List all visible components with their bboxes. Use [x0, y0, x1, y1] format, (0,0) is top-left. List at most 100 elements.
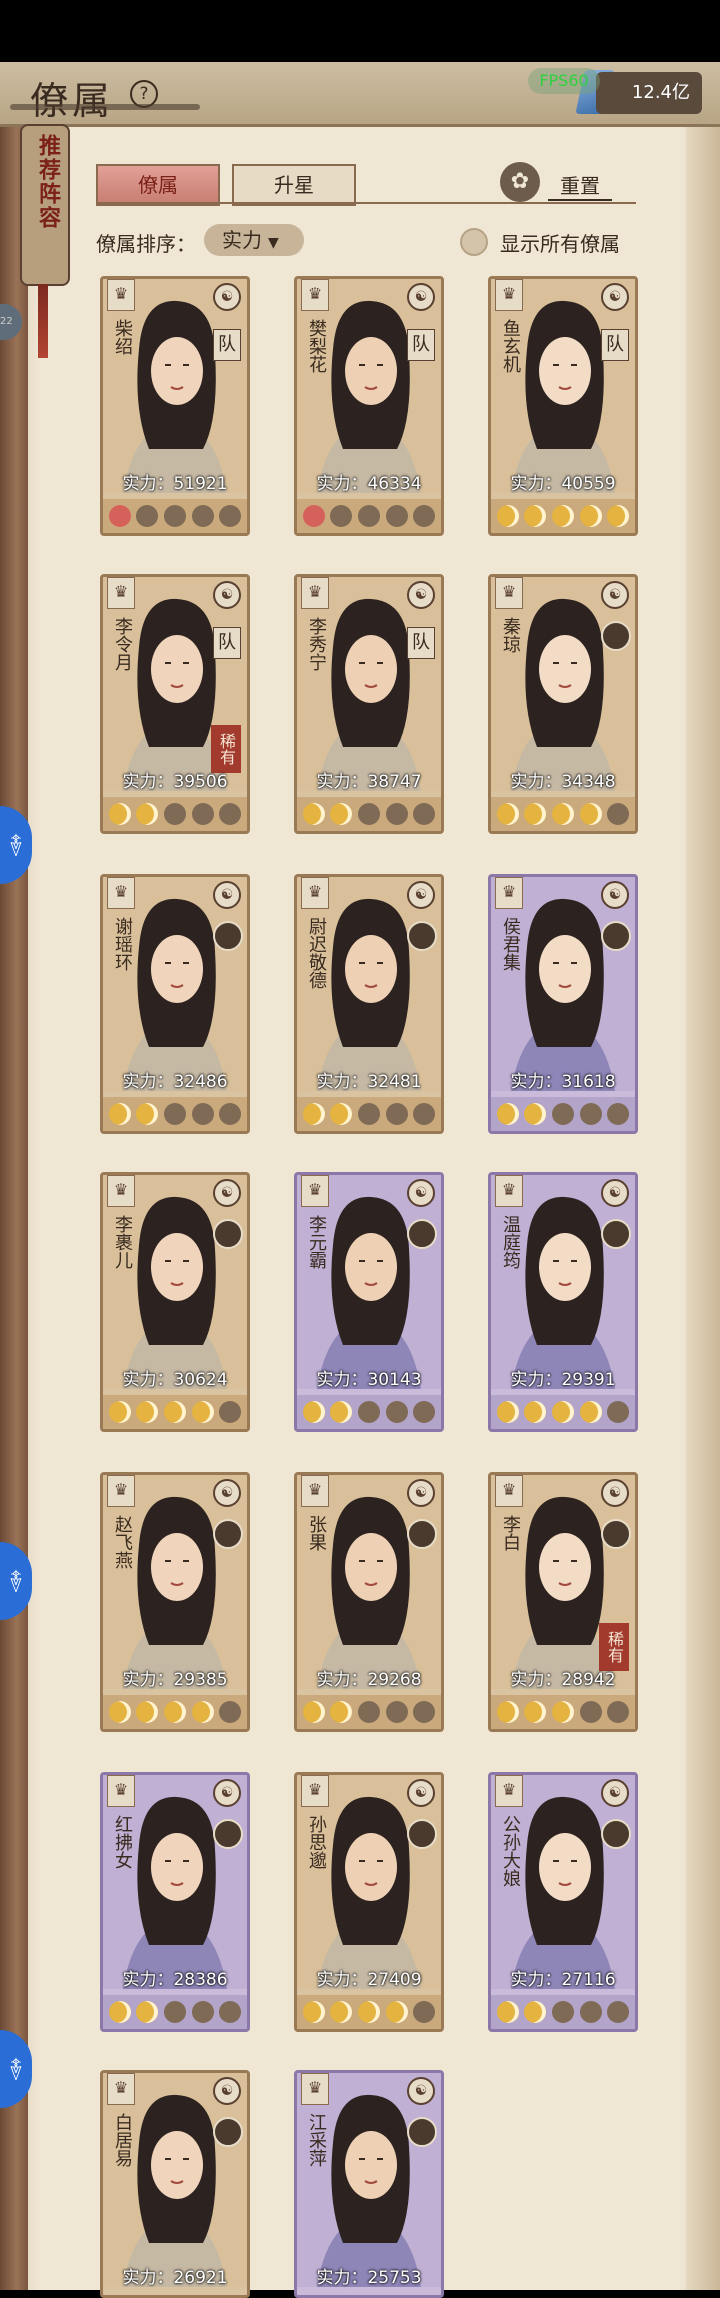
retainer-card[interactable]: ♛ ☯ 赵飞燕 实力：29385 — [100, 1472, 250, 1732]
status-bar — [0, 0, 720, 62]
star-icon — [551, 505, 574, 527]
star-icon — [219, 1701, 242, 1723]
power-value: 实力：29391 — [510, 1370, 616, 1390]
retainer-card[interactable]: ♛ ☯ 队 李令月 稀有 实力：39506 — [100, 574, 250, 834]
retainer-card[interactable]: ♛ ☯ 李裹儿 实力：30624 — [100, 1172, 250, 1432]
star-icon — [302, 1401, 325, 1423]
role-icon: ☯ — [407, 1779, 435, 1807]
team-badge: 队 — [407, 627, 435, 659]
avatar — [601, 1219, 631, 1249]
retainer-name: 李秀宁 — [306, 617, 327, 671]
star-icon — [413, 1701, 436, 1723]
portrait-image — [491, 1175, 635, 1389]
class-tag-icon: ♛ — [301, 1475, 329, 1507]
sort-dropdown[interactable]: 实力 ▼ — [204, 224, 304, 256]
star-icon — [219, 2001, 242, 2023]
radio-icon[interactable] — [460, 228, 488, 256]
star-icon — [524, 1701, 547, 1723]
retainer-card[interactable]: ♛ ☯ 红拂女 实力：28386 — [100, 1772, 250, 2032]
tab-retainers[interactable]: 僚属 — [96, 164, 220, 206]
power-value: 实力：40559 — [510, 474, 616, 494]
reset-icon: ✿ — [500, 162, 540, 202]
star-icon — [108, 505, 131, 527]
star-icon — [302, 1701, 325, 1723]
class-tag-icon: ♛ — [301, 279, 329, 311]
avatar — [213, 2117, 243, 2147]
currency-value: 12.4亿 — [596, 72, 702, 114]
power-value: 实力：32486 — [122, 1072, 228, 1092]
avatar — [407, 921, 437, 951]
portrait-image — [491, 577, 635, 791]
retainer-card[interactable]: ♛ ☯ 队 樊梨花 实力：46334 — [294, 276, 444, 536]
star-row — [297, 1695, 441, 1729]
chevron-down-icon: ▼ — [268, 235, 279, 251]
retainer-card[interactable]: ♛ ☯ 白居易 实力：26921 — [100, 2070, 250, 2298]
retainer-name: 江采萍 — [306, 2113, 327, 2167]
class-tag-icon: ♛ — [301, 1175, 329, 1207]
power-value: 实力：27116 — [510, 1970, 616, 1990]
role-icon: ☯ — [213, 1479, 241, 1507]
star-icon — [551, 2001, 574, 2023]
tassel-icon — [38, 284, 48, 358]
role-icon: ☯ — [601, 1479, 629, 1507]
star-icon — [163, 505, 186, 527]
role-icon: ☯ — [407, 1179, 435, 1207]
star-icon — [524, 803, 547, 825]
star-icon — [163, 803, 186, 825]
star-icon — [219, 803, 242, 825]
retainer-card[interactable]: ♛ ☯ 队 柴绍 实力：51921 — [100, 276, 250, 536]
retainer-card[interactable]: ♛ ☯ 公孙大娘 实力：27116 — [488, 1772, 638, 2032]
star-icon — [330, 1401, 353, 1423]
retainer-card[interactable]: ♛ ☯ 侯君集 实力：31618 — [488, 874, 638, 1134]
class-tag-icon: ♛ — [495, 577, 523, 609]
avatar — [213, 1219, 243, 1249]
star-icon — [302, 505, 325, 527]
star-icon — [579, 803, 602, 825]
star-icon — [219, 1103, 242, 1125]
star-icon — [136, 505, 159, 527]
power-value: 实力：30624 — [122, 1370, 228, 1390]
retainer-card[interactable]: ♛ ☯ 谢瑶环 实力：32486 — [100, 874, 250, 1134]
power-value: 实力：34348 — [510, 772, 616, 792]
retainer-card[interactable]: ♛ ☯ 队 李秀宁 实力：38747 — [294, 574, 444, 834]
power-value: 实力：32481 — [316, 1072, 422, 1092]
retainer-card[interactable]: ♛ ☯ 李元霸 实力：30143 — [294, 1172, 444, 1432]
role-icon: ☯ — [407, 581, 435, 609]
retainer-card[interactable]: ♛ ☯ 江采萍 实力：25753 — [294, 2070, 444, 2298]
reset-label: 重置 — [548, 170, 612, 201]
star-icon — [385, 1103, 408, 1125]
retainer-card[interactable]: ♛ ☯ 尉迟敬德 实力：32481 — [294, 874, 444, 1134]
role-icon: ☯ — [601, 881, 629, 909]
class-tag-icon: ♛ — [107, 279, 135, 311]
retainer-card[interactable]: ♛ ☯ 温庭筠 实力：29391 — [488, 1172, 638, 1432]
star-icon — [551, 803, 574, 825]
retainer-card[interactable]: ♛ ☯ 李白 稀有 实力：28942 — [488, 1472, 638, 1732]
star-icon — [357, 1701, 380, 1723]
star-row — [491, 1395, 635, 1429]
role-icon: ☯ — [213, 1179, 241, 1207]
power-value: 实力：29385 — [122, 1670, 228, 1690]
retainer-card[interactable]: ♛ ☯ 张果 实力：29268 — [294, 1472, 444, 1732]
portrait-image — [103, 1775, 247, 1989]
star-icon — [330, 505, 353, 527]
star-row — [103, 1097, 247, 1131]
star-icon — [413, 505, 436, 527]
portrait-image — [297, 2073, 441, 2287]
portrait-image — [103, 1175, 247, 1389]
tab-star-up[interactable]: 升星 — [232, 164, 356, 206]
retainer-name: 尉迟敬德 — [306, 917, 327, 989]
class-tag-icon: ♛ — [495, 1775, 523, 1807]
retainer-card[interactable]: ♛ ☯ 秦琼 实力：34348 — [488, 574, 638, 834]
class-tag-icon: ♛ — [107, 1775, 135, 1807]
star-icon — [579, 505, 602, 527]
retainer-card[interactable]: ♛ ☯ 孙思邈 实力：27409 — [294, 1772, 444, 2032]
star-icon — [191, 505, 214, 527]
star-icon — [330, 803, 353, 825]
retainer-card[interactable]: ♛ ☯ 队 鱼玄机 实力：40559 — [488, 276, 638, 536]
role-icon: ☯ — [213, 881, 241, 909]
portrait-image — [491, 279, 635, 493]
reset-button[interactable]: ✿ 重置 — [500, 162, 640, 206]
role-icon: ☯ — [213, 1779, 241, 1807]
avatar — [213, 1819, 243, 1849]
star-icon — [524, 1103, 547, 1125]
